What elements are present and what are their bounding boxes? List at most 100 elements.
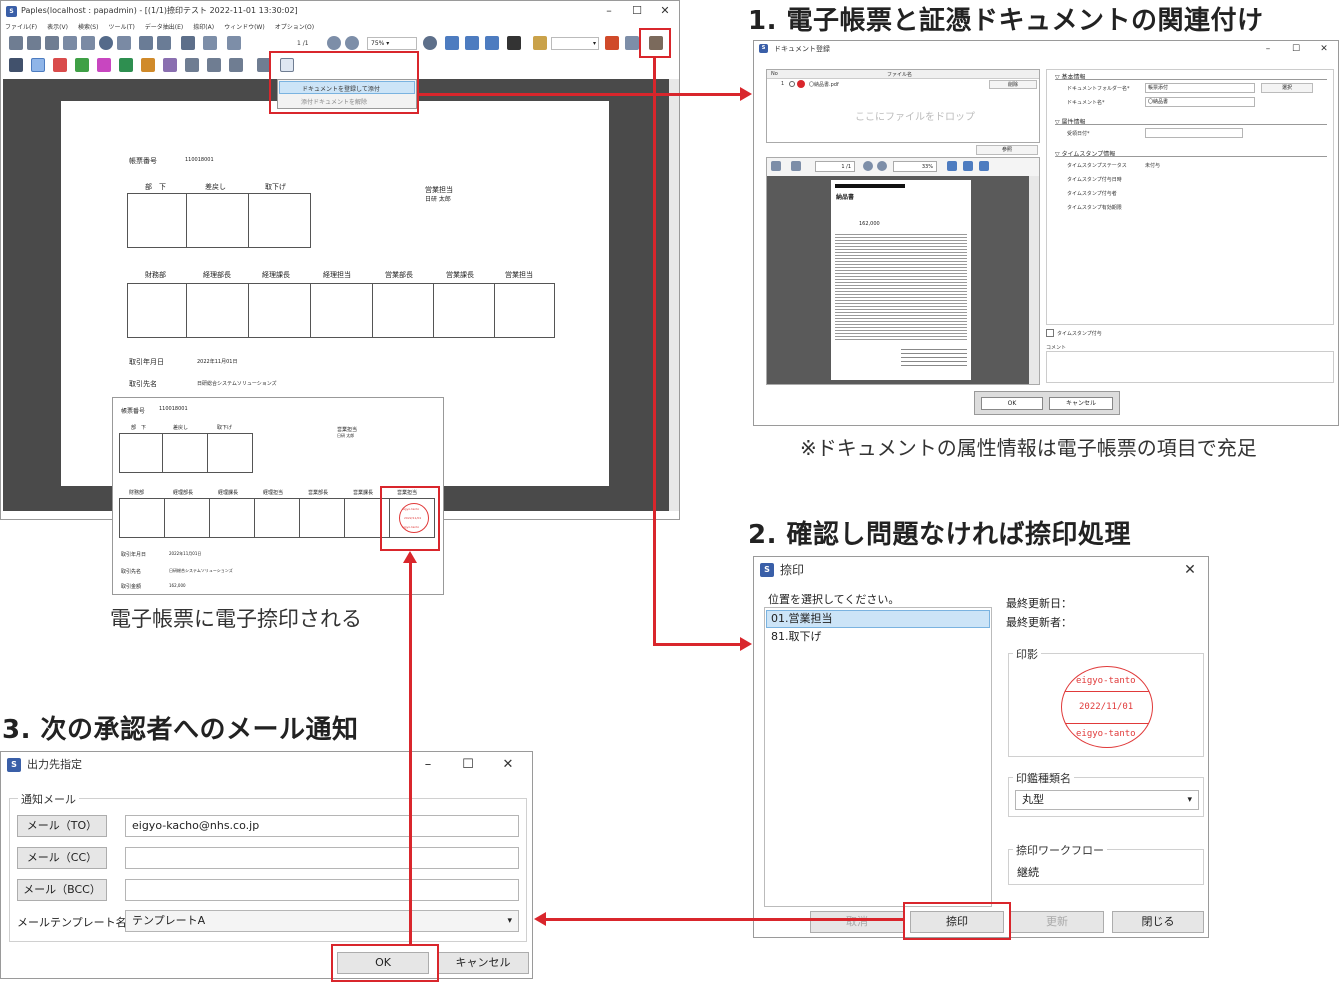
docname-field[interactable]: 〇納品書 <box>1145 97 1255 107</box>
prev-page-icon[interactable] <box>771 161 781 171</box>
close-button[interactable]: ✕ <box>1310 41 1338 57</box>
template-select[interactable]: テンプレートA ▾ <box>125 910 519 932</box>
output-cancel-button[interactable]: キャンセル <box>437 952 529 974</box>
edit-icon[interactable] <box>181 36 195 50</box>
binoculars-icon[interactable] <box>507 36 521 50</box>
prev-page-icon[interactable] <box>203 36 217 50</box>
update-button[interactable]: 更新 <box>1010 911 1104 933</box>
paste-icon[interactable] <box>207 58 221 72</box>
file-list[interactable]: No ファイル名 1 〇納品書.pdf 削除 ここにファイルをドロップ <box>766 69 1040 143</box>
menu-options[interactable]: オプション(O) <box>275 22 314 34</box>
folder-field[interactable]: 帳票添付 <box>1145 83 1255 93</box>
fax-icon[interactable] <box>45 36 59 50</box>
zoom-in-icon[interactable] <box>863 161 873 171</box>
mail-to-button[interactable]: メール（TO） <box>17 815 107 837</box>
folder-select-button[interactable]: 選択 <box>1261 83 1313 93</box>
filter-select[interactable]: ▾ <box>551 37 599 50</box>
zoom-select[interactable]: 75% ▾ <box>367 37 417 50</box>
save-icon[interactable] <box>9 58 23 72</box>
partner-value: 日研総合システムソリューションズ <box>169 568 233 573</box>
clipboard-icon[interactable] <box>533 36 547 50</box>
maximize-button[interactable]: ☐ <box>1282 41 1310 57</box>
minimize-button[interactable]: – <box>1254 41 1282 57</box>
find-next-icon[interactable] <box>157 36 171 50</box>
menu-search[interactable]: 検索(S) <box>78 22 99 34</box>
menu-view[interactable]: 表示(V) <box>47 22 68 34</box>
attach-menu-icon[interactable] <box>229 58 243 72</box>
fit-height-icon[interactable] <box>485 36 499 50</box>
minimize-button[interactable]: – <box>410 752 446 778</box>
doc-register-cancel-button[interactable]: キャンセル <box>1049 397 1113 410</box>
text-tool-icon[interactable] <box>163 58 177 72</box>
pen-icon[interactable] <box>97 58 111 72</box>
export-icon[interactable] <box>63 36 77 50</box>
mail-to-field[interactable]: eigyo-kacho@nhs.co.jp <box>125 815 519 837</box>
find-icon[interactable] <box>139 36 153 50</box>
close-dialog-button[interactable]: 閉じる <box>1112 911 1204 933</box>
menu-window[interactable]: ウィンドウ(W) <box>224 22 265 34</box>
menu-stamp[interactable]: 捺印(A) <box>193 22 214 34</box>
check-icon[interactable] <box>119 58 133 72</box>
mail-bcc-button[interactable]: メール（BCC） <box>17 879 107 901</box>
position-list[interactable]: 01.営業担当 81.取下げ <box>764 607 992 907</box>
select-tool-icon[interactable] <box>31 58 45 72</box>
fit-page-icon[interactable] <box>947 161 957 171</box>
doc-register-ok-button[interactable]: OK <box>981 397 1043 410</box>
position-item-selected[interactable]: 01.営業担当 <box>766 610 990 628</box>
vertical-scrollbar[interactable] <box>669 79 679 511</box>
print-icon[interactable] <box>9 36 23 50</box>
zoom-out-icon[interactable] <box>345 36 359 50</box>
zoom-in-icon[interactable] <box>327 36 341 50</box>
highlight-icon[interactable] <box>75 58 89 72</box>
browse-button[interactable]: 参照 <box>976 145 1038 155</box>
note-icon[interactable] <box>53 58 67 72</box>
sales-rep-name: 日研 太郎 <box>337 433 355 438</box>
minimize-button[interactable]: – <box>595 1 623 21</box>
position-item[interactable]: 81.取下げ <box>766 629 990 647</box>
menu-tools[interactable]: ツール(T) <box>108 22 134 34</box>
clear-button[interactable]: 取消 <box>810 911 904 933</box>
stamp-type-select[interactable]: 丸型 ▾ <box>1015 790 1199 810</box>
menu-extract[interactable]: データ抽出(E) <box>145 22 183 34</box>
attribute-note: ※ドキュメントの属性情報は電子帳票の項目で充足 <box>800 436 1257 460</box>
preview-zoom-field[interactable]: 33% <box>893 161 937 172</box>
comment-field[interactable] <box>1046 351 1334 383</box>
mail-cc-button[interactable]: メール（CC） <box>17 847 107 869</box>
preview-canvas[interactable]: 納品書 162,000 <box>767 176 1039 384</box>
maximize-button[interactable]: ☐ <box>623 1 651 21</box>
next-page-icon[interactable] <box>791 161 801 171</box>
copy-icon[interactable] <box>81 36 95 50</box>
next-page-icon[interactable] <box>227 36 241 50</box>
preview-header-bar <box>835 184 905 188</box>
fit-height-icon[interactable] <box>979 161 989 171</box>
print-preview-icon[interactable] <box>27 36 41 50</box>
close-button[interactable]: ✕ <box>651 1 679 21</box>
close-button[interactable]: ✕ <box>1176 557 1204 583</box>
fit-width-icon[interactable] <box>963 161 973 171</box>
maximize-button[interactable]: ☐ <box>450 752 486 778</box>
fit-width-icon[interactable] <box>465 36 479 50</box>
fit-page-icon[interactable] <box>445 36 459 50</box>
copy-page-icon[interactable] <box>185 58 199 72</box>
mail-bcc-field[interactable] <box>125 879 519 901</box>
file-row[interactable]: 1 〇納品書.pdf 削除 <box>767 80 1039 90</box>
toolbar-row-2 <box>5 58 305 76</box>
magnifier-icon[interactable] <box>423 36 437 50</box>
globe-icon[interactable] <box>99 36 113 50</box>
line-icon[interactable] <box>141 58 155 72</box>
recv-date-field[interactable] <box>1145 128 1243 138</box>
delete-file-button[interactable]: 削除 <box>989 80 1037 89</box>
preview-page-field[interactable]: 1 /1 <box>815 161 855 172</box>
preview-scrollbar[interactable] <box>1029 176 1039 384</box>
briefcase-icon[interactable] <box>605 36 619 50</box>
highlight-stamp-button <box>903 902 1011 940</box>
section-divider <box>1055 156 1327 157</box>
mail-cc-field[interactable] <box>125 847 519 869</box>
print-setup-icon[interactable] <box>625 36 639 50</box>
zoom-out-icon[interactable] <box>877 161 887 171</box>
radio-icon[interactable] <box>789 81 795 87</box>
image-icon[interactable] <box>117 36 131 50</box>
ts-checkbox[interactable] <box>1046 329 1054 337</box>
close-button[interactable]: ✕ <box>490 752 526 778</box>
menu-file[interactable]: ファイル(F) <box>5 22 37 34</box>
